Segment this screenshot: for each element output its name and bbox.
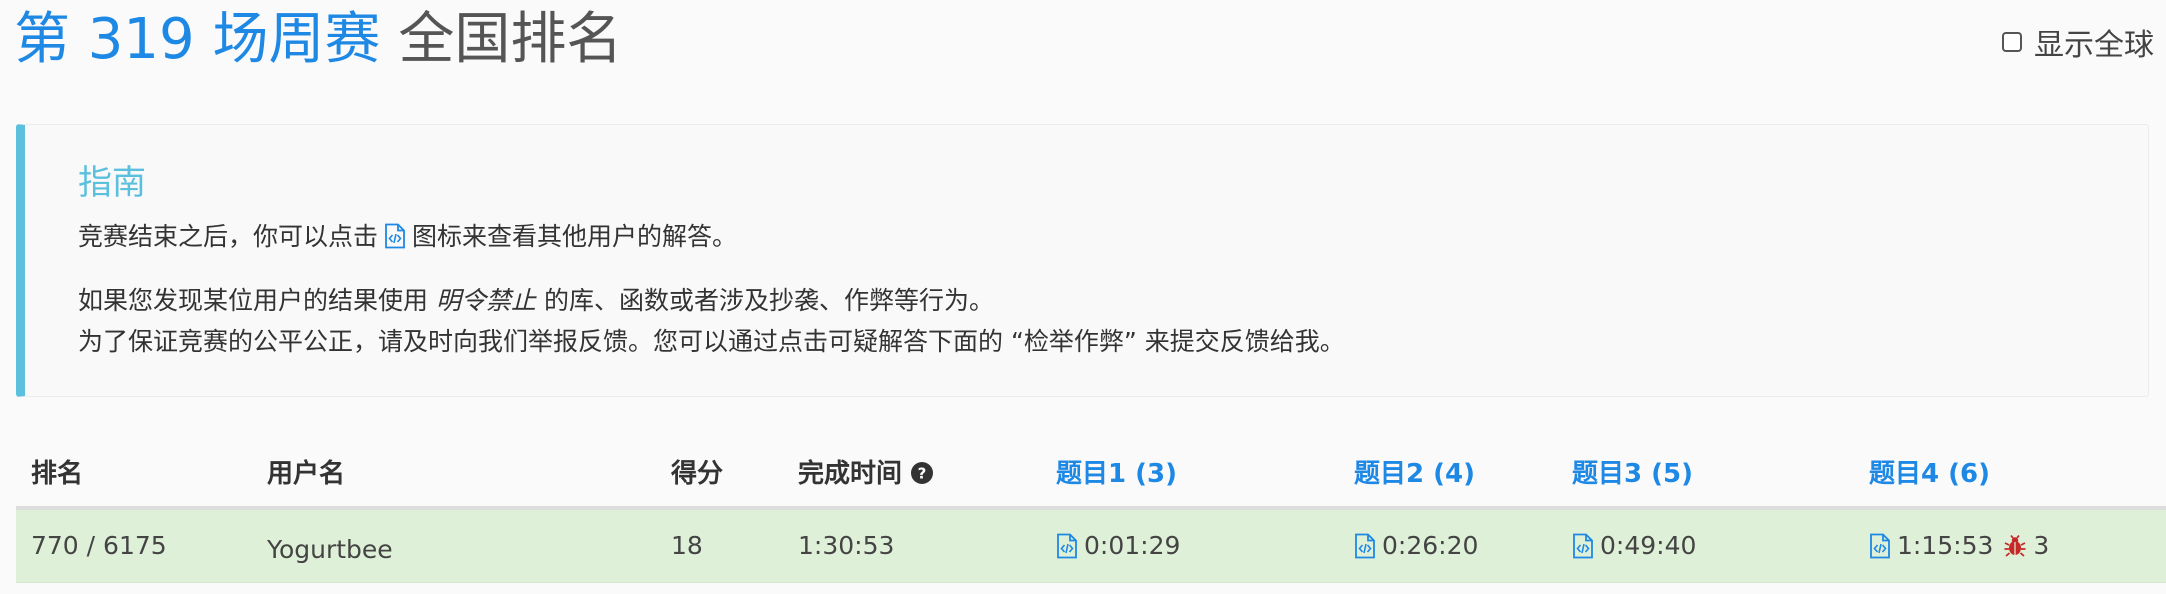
cell-score: 18: [671, 531, 703, 560]
header-finish-time-label: 完成时间: [798, 459, 903, 489]
question-2-time: 0:26:20: [1382, 531, 1479, 560]
code-file-icon: [384, 221, 406, 261]
header-question-4[interactable]: 题目4 (6): [1869, 456, 1990, 492]
question-3-time: 0:49:40: [1600, 531, 1697, 560]
question-circle-icon[interactable]: ?: [910, 459, 934, 495]
guide-panel: 指南 竞赛结束之后，你可以点击 图标来查看其他用户的解答。 如果您发现某位用户的结…: [16, 124, 2149, 397]
ranking-title: 全国排名: [398, 7, 623, 72]
contest-title[interactable]: 第 319 场周赛: [14, 7, 381, 72]
code-file-icon[interactable]: [1354, 533, 1376, 559]
checkbox-icon[interactable]: [2002, 32, 2022, 52]
guide-line1-after: 图标来查看其他用户的解答。: [412, 222, 738, 251]
cell-question-2: 0:26:20: [1354, 528, 1478, 564]
question-1-time: 0:01:29: [1084, 531, 1181, 560]
code-file-icon[interactable]: [1056, 533, 1078, 559]
cell-question-3: 0:49:40: [1572, 528, 1696, 564]
header-finish-time: 完成时间?: [798, 456, 934, 495]
table-header-row: 排名 用户名 得分 完成时间? 题目1 (3) 题目2 (4) 题目3 (5) …: [16, 440, 2166, 510]
guide-line1-before: 竞赛结束之后，你可以点击: [78, 222, 379, 251]
ranking-table: 排名 用户名 得分 完成时间? 题目1 (3) 题目2 (4) 题目3 (5) …: [16, 440, 2166, 583]
guide-line-report-instructions: 为了保证竞赛的公平公正，请及时向我们举报反馈。您可以通过点击可疑解答下面的 “检…: [78, 327, 1345, 356]
page-title: 第 319 场周赛 全国排名: [14, 2, 622, 78]
guide-line2-emphasis: 明令禁止: [435, 286, 536, 315]
cell-question-4: 1:15:53 3: [1869, 528, 2049, 564]
cell-username[interactable]: Yogurtbee: [267, 532, 393, 568]
code-file-icon[interactable]: [1572, 533, 1594, 559]
question-4-wrong-count: 3: [2033, 531, 2050, 560]
guide-title: 指南: [78, 163, 146, 203]
cell-rank: 770 / 6175: [31, 531, 167, 560]
header-question-3[interactable]: 题目3 (5): [1572, 456, 1693, 492]
contest-ranking-page: 第 319 场周赛 全国排名 显示全球 指南 竞赛结束之后，你可以点击 图标来查看…: [0, 0, 2166, 594]
cell-finish-time: 1:30:53: [798, 531, 895, 560]
question-4-time: 1:15:53: [1897, 531, 1994, 560]
header-question-1[interactable]: 题目1 (3): [1056, 456, 1177, 492]
header-question-2[interactable]: 题目2 (4): [1354, 456, 1475, 492]
guide-line2-before: 如果您发现某位用户的结果使用: [78, 286, 429, 315]
guide-line-report-rule: 如果您发现某位用户的结果使用 明令禁止 的库、函数或者涉及抄袭、作弊等行为。: [78, 281, 994, 321]
show-global-toggle[interactable]: 显示全球: [2002, 20, 2154, 64]
header-username: 用户名: [267, 459, 346, 489]
header-score: 得分: [671, 459, 724, 489]
show-global-label: 显示全球: [2034, 28, 2154, 63]
header-rank: 排名: [31, 459, 84, 489]
guide-line-view-solutions: 竞赛结束之后，你可以点击 图标来查看其他用户的解答。: [78, 217, 737, 261]
cell-question-1: 0:01:29: [1056, 528, 1180, 564]
code-file-icon[interactable]: [1869, 533, 1891, 559]
bug-icon: [2003, 534, 2027, 558]
svg-text:?: ?: [918, 465, 927, 483]
guide-line2-after: 的库、函数或者涉及抄袭、作弊等行为。: [543, 286, 994, 315]
table-body: 770 / 6175 Yogurtbee 18 1:30:53 0:01:29 …: [16, 510, 2166, 583]
table-row: 770 / 6175 Yogurtbee 18 1:30:53 0:01:29 …: [16, 510, 2166, 583]
